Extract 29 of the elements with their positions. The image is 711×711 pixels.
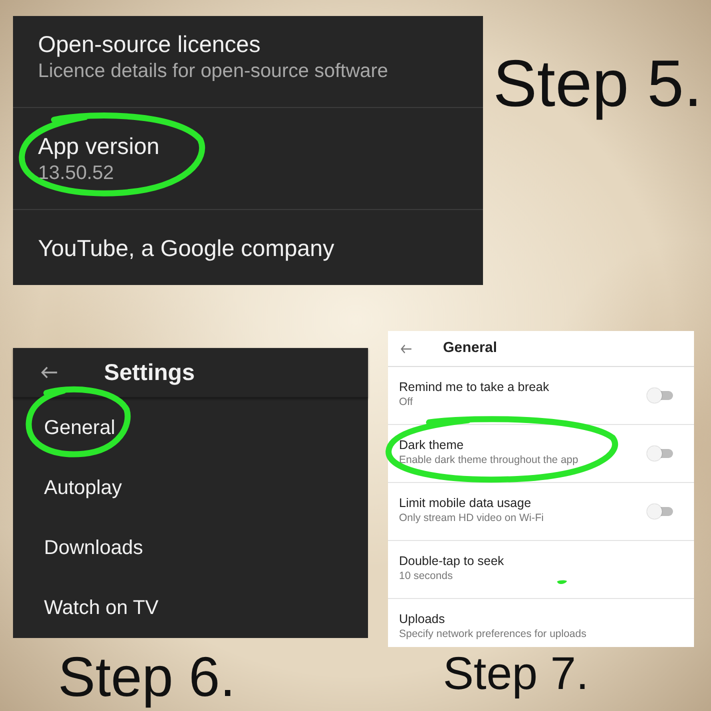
back-arrow-icon[interactable] bbox=[40, 366, 58, 379]
toggle-switch[interactable] bbox=[647, 504, 673, 519]
setting-title[interactable]: Double-tap to seek bbox=[399, 553, 504, 569]
step-label: Step 7. bbox=[443, 647, 589, 700]
setting-title[interactable]: Open-source licences bbox=[38, 30, 458, 58]
setting-title[interactable]: General bbox=[44, 416, 116, 440]
toggle-switch[interactable] bbox=[647, 388, 673, 403]
setting-subtitle: Only stream HD video on Wi-Fi bbox=[399, 511, 544, 525]
setting-subtitle: Specify network preferences for uploads bbox=[399, 627, 586, 641]
setting-subtitle: Licence details for open-source software bbox=[38, 59, 390, 84]
screen-title: General bbox=[443, 338, 497, 358]
setting-title[interactable]: YouTube, a Google company bbox=[38, 234, 458, 262]
screen-title: Settings bbox=[104, 358, 195, 388]
setting-subtitle: 13.50.52 bbox=[38, 161, 115, 186]
setting-subtitle: Enable dark theme throughout the app bbox=[399, 453, 578, 467]
setting-title[interactable]: Autoplay bbox=[44, 476, 122, 500]
setting-subtitle: 10 seconds bbox=[399, 569, 454, 583]
setting-title[interactable]: Watch on TV bbox=[44, 596, 158, 620]
setting-title[interactable]: Remind me to take a break bbox=[399, 379, 550, 395]
back-arrow-icon[interactable] bbox=[400, 344, 412, 354]
setting-subtitle: Off bbox=[399, 395, 414, 409]
setting-title[interactable]: Uploads bbox=[399, 611, 586, 627]
setting-title[interactable]: App version bbox=[38, 132, 458, 160]
setting-title[interactable]: Downloads bbox=[44, 536, 143, 560]
toggle-switch[interactable] bbox=[647, 446, 673, 461]
setting-title[interactable]: Dark theme bbox=[399, 437, 578, 453]
setting-title[interactable]: Limit mobile data usage bbox=[399, 495, 544, 511]
step-label: Step 6. bbox=[58, 645, 236, 710]
step-label: Step 5. bbox=[493, 46, 702, 122]
